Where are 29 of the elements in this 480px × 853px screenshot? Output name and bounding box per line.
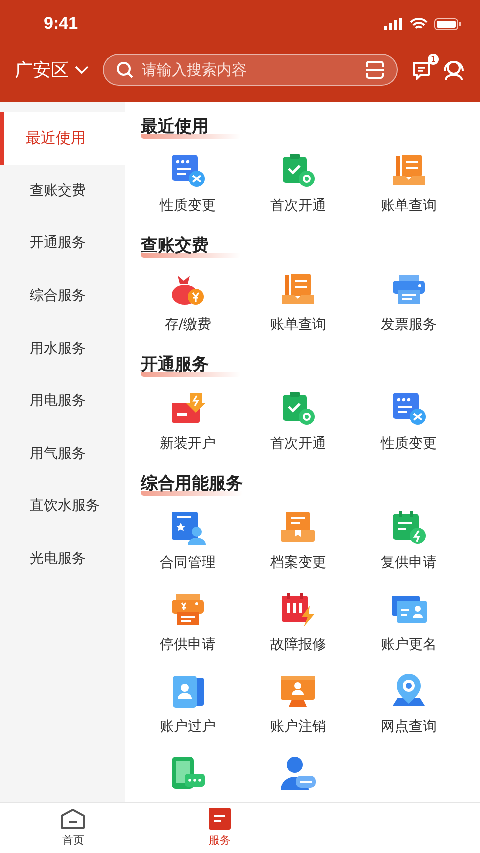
search-field[interactable]: 请输入搜索内容 xyxy=(142,61,357,79)
sidebar-item[interactable]: 光电服务 xyxy=(0,532,125,586)
tab-item[interactable]: 服务 xyxy=(146,803,294,853)
search-icon xyxy=(116,61,134,79)
sidebar-item[interactable]: 直饮水服务 xyxy=(0,480,125,533)
section-title: 开通服务 xyxy=(141,354,241,378)
tab-item[interactable]: 首页 xyxy=(0,803,147,853)
chevron-down-icon xyxy=(75,66,89,74)
sidebar-item[interactable]: 最近使用 xyxy=(0,112,125,165)
headset-person-icon[interactable] xyxy=(442,59,466,81)
sidebar-item[interactable]: 用气服务 xyxy=(0,428,125,480)
section-title: 查账交费 xyxy=(141,235,241,258)
wifi-icon xyxy=(410,18,428,30)
battery-icon xyxy=(434,18,462,30)
scan-icon[interactable] xyxy=(365,61,385,79)
signal-icon xyxy=(384,18,404,30)
sidebar-item[interactable]: 用水服务 xyxy=(0,322,125,375)
service-icon xyxy=(208,808,231,830)
sidebar-item[interactable]: 用电服务 xyxy=(0,374,125,428)
section-title: 综合用能服务 xyxy=(141,473,243,496)
search-bar[interactable]: 请输入搜索内容 xyxy=(103,54,398,86)
sidebar-item[interactable]: 综合服务 xyxy=(0,270,125,322)
section-title: 最近使用 xyxy=(141,116,241,140)
home-icon xyxy=(60,808,86,830)
sidebar-item[interactable]: 查账交费 xyxy=(0,164,125,218)
status-time: 9:41 xyxy=(44,14,78,34)
sidebar-item[interactable]: 开通服务 xyxy=(0,217,125,270)
location-selector[interactable]: 广安区 xyxy=(15,58,89,82)
notification-badge: 1 xyxy=(428,54,439,65)
